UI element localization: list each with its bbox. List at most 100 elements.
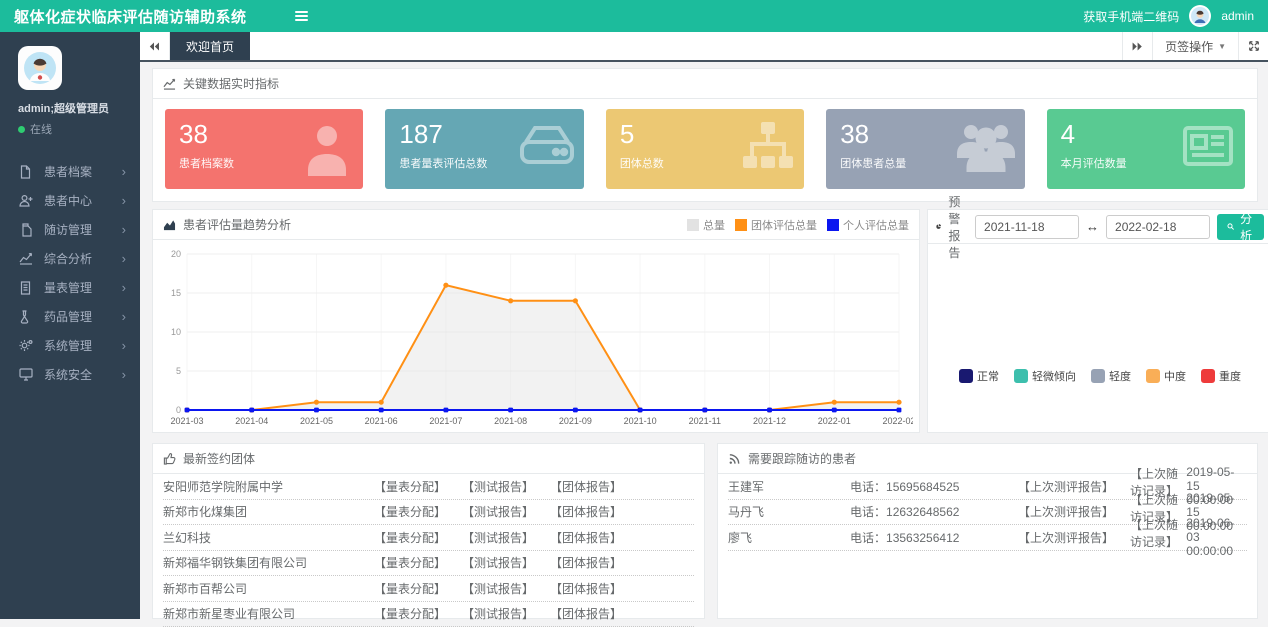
last-assessment-report-link[interactable]: 【上次测评报告】 (1018, 505, 1114, 519)
legend-swatch (1146, 369, 1160, 383)
sidebar-item-scale-management[interactable]: 量表管理 › (0, 273, 140, 302)
test-report-link[interactable]: 【测试报告】 (462, 554, 534, 571)
chevron-right-icon: › (122, 193, 126, 208)
stat-card-patient-archives[interactable]: 38 患者档案数 (165, 109, 363, 189)
tab-operations-dropdown[interactable]: 页签操作 ▼ (1152, 32, 1238, 60)
last-assessment-report-link[interactable]: 【上次测评报告】 (1018, 480, 1114, 494)
test-report-link[interactable]: 【测试报告】 (462, 580, 534, 597)
chevron-right-icon: › (122, 251, 126, 266)
followup-date: 2019-06-03 00:00:00 (1186, 516, 1247, 558)
app-window: 躯体化症状临床评估随访辅助系统 获取手机端二维码 admin (0, 0, 1268, 619)
date-from-input[interactable] (975, 215, 1079, 239)
patients-list: 王建军 电话：15695684525 【上次测评报告】 【上次随访记录】2019… (718, 474, 1257, 551)
legend-label: 总量 (703, 217, 725, 233)
signed-groups-panel: 最新签约团体 安阳师范学院附属中学 【量表分配】【测试报告】【团体报告】 新郑市… (152, 443, 705, 619)
sidebar-item-label: 量表管理 (44, 279, 122, 296)
tab-bar: 欢迎首页 页签操作 ▼ (140, 32, 1268, 62)
panel-title: 关键数据实时指标 (183, 75, 279, 92)
stat-card-month-assessments[interactable]: 4 本月评估数量 (1047, 109, 1245, 189)
tabs-scroll-left-button[interactable] (140, 32, 170, 60)
profile-name: admin;超级管理员 (18, 100, 140, 116)
scale-assign-link[interactable]: 【量表分配】 (374, 580, 446, 597)
svg-text:2022-02: 2022-02 (882, 416, 913, 426)
sidebar-item-patient-center[interactable]: 患者中心 › (0, 186, 140, 215)
chevron-right-icon: › (122, 222, 126, 237)
group-report-link[interactable]: 【团体报告】 (550, 503, 622, 520)
warning-legend: 正常 轻微倾向 轻度 中度 重度 (928, 368, 1268, 384)
online-status: 在线 (18, 121, 140, 137)
panel-title: 患者评估量趋势分析 (183, 216, 291, 233)
followup-patients-panel: 需要跟踪随访的患者 王建军 电话：15695684525 【上次测评报告】 【上… (717, 443, 1258, 619)
main-content: 关键数据实时指标 38 患者档案数 187 患者量表评估总数 (140, 62, 1268, 619)
sidebar: admin;超级管理员 在线 患者档案 › 患者中心 › 随访管理 › (0, 32, 140, 619)
last-assessment-report-link[interactable]: 【上次测评报告】 (1018, 531, 1114, 545)
profile-avatar[interactable] (18, 46, 62, 90)
sidebar-item-patient-archive[interactable]: 患者档案 › (0, 157, 140, 186)
phone-number: 15695684525 (886, 480, 959, 494)
fullscreen-button[interactable] (1238, 32, 1268, 60)
svg-text:2021-12: 2021-12 (753, 416, 786, 426)
chevron-right-icon: › (122, 280, 126, 295)
group-report-link[interactable]: 【团体报告】 (550, 605, 622, 622)
chevron-right-icon: › (122, 164, 126, 179)
sidebar-menu: 患者档案 › 患者中心 › 随访管理 › 综合分析 › 量表管理 (0, 157, 140, 389)
legend-swatch (827, 219, 839, 231)
group-report-link[interactable]: 【团体报告】 (550, 529, 622, 546)
phone-number: 13563256412 (886, 531, 959, 545)
fullscreen-expand-icon (1248, 40, 1260, 52)
file-text-icon (18, 281, 33, 295)
stat-card-group-total[interactable]: 5 团体总数 (606, 109, 804, 189)
svg-text:2021-11: 2021-11 (689, 416, 721, 426)
scale-assign-link[interactable]: 【量表分配】 (374, 503, 446, 520)
stat-card-group-patients[interactable]: 38 团体患者总量 (826, 109, 1024, 189)
scale-assign-link[interactable]: 【量表分配】 (374, 478, 446, 495)
scale-assign-link[interactable]: 【量表分配】 (374, 529, 446, 546)
username-label[interactable]: admin (1221, 9, 1254, 23)
sidebar-item-label: 系统管理 (44, 337, 122, 354)
group-row: 新郑市百帮公司 【量表分配】【测试报告】【团体报告】 (163, 576, 694, 602)
test-report-link[interactable]: 【测试报告】 (462, 529, 534, 546)
chart-line-icon (18, 252, 33, 265)
last-followup-record-link[interactable]: 【上次随访记录】 (1130, 516, 1182, 558)
qr-code-link[interactable]: 获取手机端二维码 (1083, 8, 1179, 25)
user-avatar[interactable] (1189, 5, 1211, 27)
group-name: 安阳师范学院附属中学 (163, 478, 374, 495)
hamburger-menu-icon[interactable] (295, 11, 308, 21)
chevron-right-icon: › (122, 338, 126, 353)
scale-assign-link[interactable]: 【量表分配】 (374, 554, 446, 571)
online-status-label: 在线 (30, 121, 52, 137)
analyze-button[interactable]: 分析 (1217, 214, 1264, 240)
desktop-icon (18, 368, 33, 381)
svg-text:2021-08: 2021-08 (494, 416, 527, 426)
group-row: 兰幻科技 【量表分配】【测试报告】【团体报告】 (163, 525, 694, 551)
test-report-link[interactable]: 【测试报告】 (462, 605, 534, 622)
panel-title: 预警报告 (948, 193, 968, 261)
svg-text:15: 15 (171, 288, 181, 298)
phone-label: 电话： (850, 531, 886, 545)
area-chart-icon (163, 219, 176, 231)
sidebar-item-drug-management[interactable]: 药品管理 › (0, 302, 140, 331)
sidebar-item-system-management[interactable]: 系统管理 › (0, 331, 140, 360)
panel-title: 最新签约团体 (183, 450, 255, 467)
scale-assign-link[interactable]: 【量表分配】 (374, 605, 446, 622)
rss-icon (728, 452, 741, 465)
test-report-link[interactable]: 【测试报告】 (462, 503, 534, 520)
sidebar-item-comprehensive-analysis[interactable]: 综合分析 › (0, 244, 140, 273)
sidebar-item-followup-management[interactable]: 随访管理 › (0, 215, 140, 244)
date-to-input[interactable] (1106, 215, 1210, 239)
tab-operations-label: 页签操作 (1165, 38, 1213, 55)
test-report-link[interactable]: 【测试报告】 (462, 478, 534, 495)
groups-list: 安阳师范学院附属中学 【量表分配】【测试报告】【团体报告】 新郑市化煤集团 【量… (153, 474, 704, 627)
legend-label: 轻微倾向 (1032, 368, 1076, 384)
svg-text:2021-04: 2021-04 (235, 416, 268, 426)
tabs-scroll-right-button[interactable] (1122, 32, 1152, 60)
sidebar-item-system-security[interactable]: 系统安全 › (0, 360, 140, 389)
group-report-link[interactable]: 【团体报告】 (550, 554, 622, 571)
group-report-link[interactable]: 【团体报告】 (550, 580, 622, 597)
stat-card-scale-assessments[interactable]: 187 患者量表评估总数 (385, 109, 583, 189)
newspaper-icon (1179, 120, 1237, 170)
legend-label: 中度 (1164, 368, 1186, 384)
online-dot-icon (18, 126, 25, 133)
tab-welcome-home[interactable]: 欢迎首页 (170, 32, 250, 60)
group-report-link[interactable]: 【团体报告】 (550, 478, 622, 495)
